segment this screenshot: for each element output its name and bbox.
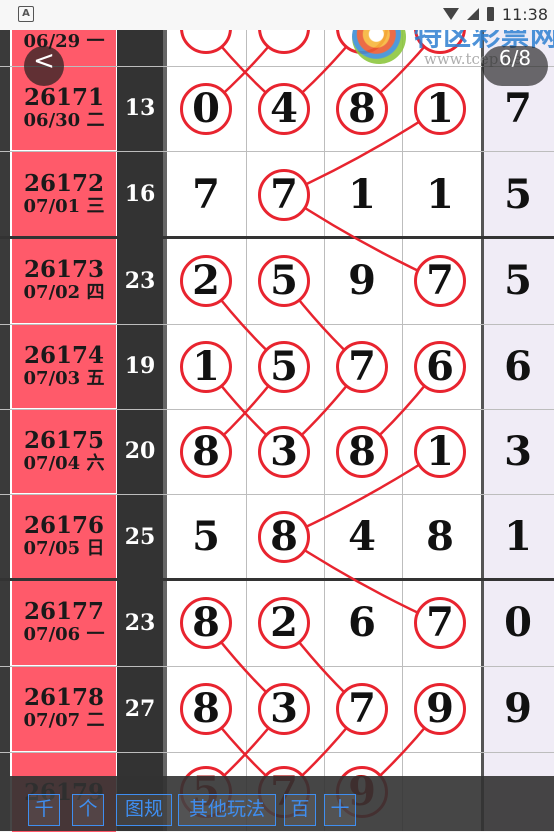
draw-digit: 7: [348, 685, 376, 732]
draw-digit: 5: [270, 342, 298, 390]
page-indicator: 6/8: [482, 46, 548, 86]
draw-digit: 7: [270, 170, 298, 218]
toolbar-button-tugui[interactable]: 图规: [116, 794, 172, 826]
back-button[interactable]: <: [24, 46, 64, 86]
last-column-digit: 6: [504, 342, 532, 390]
draw-digit: 8: [192, 685, 220, 732]
draw-digit: 8: [426, 513, 454, 560]
draw-digit: 4: [270, 84, 298, 132]
last-column-digit: 7: [504, 84, 532, 132]
last-column-digit: 9: [504, 685, 532, 732]
battery-icon: [486, 7, 494, 21]
last-column-digit: 3: [504, 427, 532, 475]
last-column-digit: 0: [504, 599, 532, 646]
draw-digit: 1: [426, 84, 454, 132]
last-column-digit: 5: [504, 257, 532, 304]
draw-digit: 7: [426, 257, 454, 304]
draw-digit: 2: [270, 599, 298, 646]
draw-digit: 5: [192, 513, 220, 560]
draw-digit: 6: [348, 599, 376, 646]
draw-digit: 8: [348, 427, 376, 475]
signal-icon: [466, 8, 479, 20]
draw-digit: 1: [192, 342, 220, 390]
toolbar-button-other-plays[interactable]: 其他玩法: [178, 794, 276, 826]
draw-digit: 5: [270, 257, 298, 304]
draw-digit: 3: [270, 685, 298, 732]
draw-digit: 0: [192, 84, 220, 132]
draw-digit: 8: [192, 599, 220, 646]
draw-digit: 1: [426, 427, 454, 475]
draw-digit: 6: [426, 342, 454, 390]
bottom-toolbar: 千 个 图规 其他玩法 百 十: [10, 776, 554, 831]
draw-digit: 9: [426, 685, 454, 732]
draw-digit: 8: [270, 513, 298, 560]
status-time: 11:38: [501, 4, 548, 24]
draw-digit: 2: [192, 257, 220, 304]
app-notification-icon: A: [18, 6, 34, 22]
lottery-chart-sheet: 06/29 一 26171 06/30 二 13 26172 07/01 三 16 2617…: [0, 0, 554, 832]
draw-digit: 7: [348, 342, 376, 390]
wifi-icon: [442, 8, 459, 20]
draw-digit: 8: [192, 427, 220, 475]
toolbar-button-qian[interactable]: 千: [28, 794, 60, 826]
last-column-digit: 1: [504, 513, 532, 560]
draw-digit: 7: [426, 599, 454, 646]
toolbar-button-shi[interactable]: 十: [324, 794, 356, 826]
draw-digit: 8: [348, 84, 376, 132]
draw-digit: 1: [426, 170, 454, 218]
draw-digit: 3: [270, 427, 298, 475]
draw-digit: 1: [348, 170, 376, 218]
draw-digit: 4: [348, 513, 376, 560]
toolbar-button-ge[interactable]: 个: [72, 794, 104, 826]
toolbar-button-bai[interactable]: 百: [284, 794, 316, 826]
draw-digit: 9: [348, 257, 376, 304]
last-column-digit: 5: [504, 170, 532, 218]
status-bar: A 11:38: [0, 0, 554, 30]
draw-digit: 7: [192, 170, 220, 218]
status-icons: 11:38: [442, 4, 548, 24]
